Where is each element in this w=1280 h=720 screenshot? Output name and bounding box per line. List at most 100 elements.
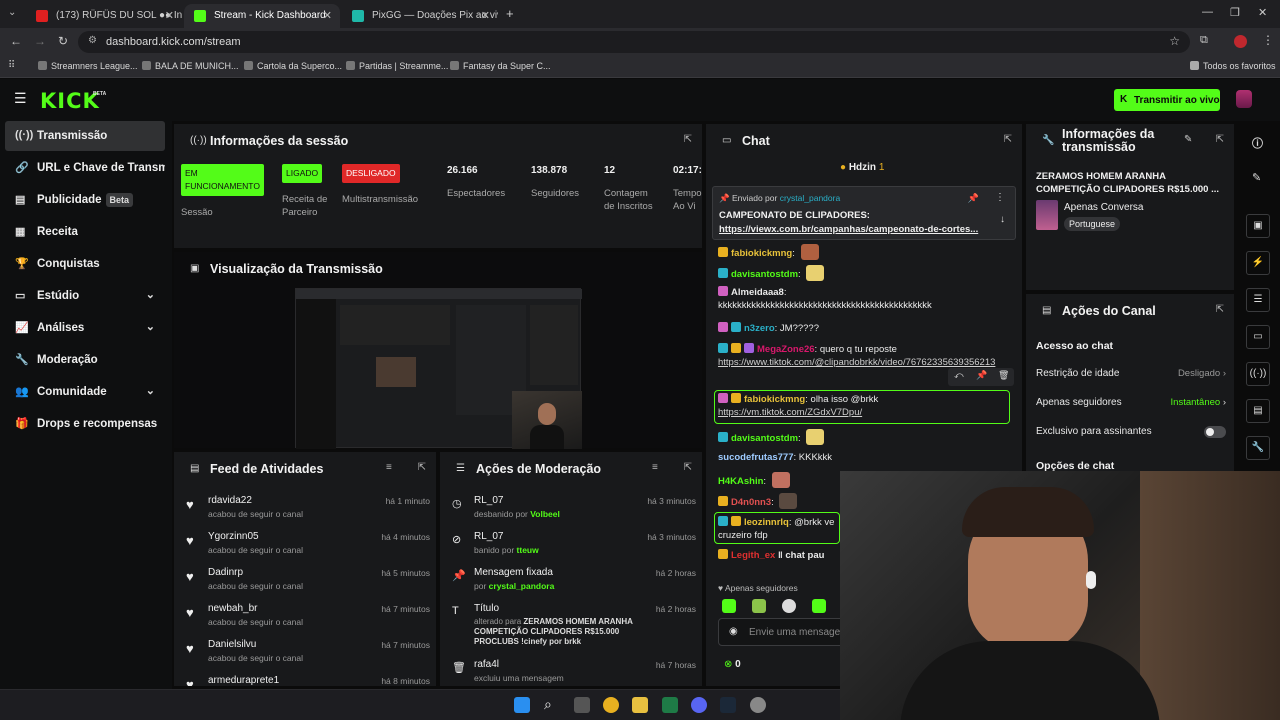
chat-username[interactable]: fabiokickmng: [744, 394, 805, 405]
filter-icon[interactable]: ≡: [386, 462, 392, 473]
sidebar-item-moderacao[interactable]: 🔧 Moderação: [5, 345, 165, 375]
chat-message[interactable]: sucodefrutas777: KKKkkk: [718, 451, 1014, 464]
chat-message[interactable]: leozinnrlq: @brkk ve cruzeiro fdp: [718, 516, 842, 542]
sidebar-item-analises[interactable]: 📈 Análises ⌄: [5, 313, 165, 343]
bookmark-item[interactable]: BALA DE MUNICH...: [142, 61, 239, 71]
follower-name[interactable]: rdavida22: [208, 495, 252, 506]
channel-icon[interactable]: ▤: [1246, 399, 1270, 423]
close-icon[interactable]: ✕: [165, 9, 174, 22]
site-info-icon[interactable]: ⚙: [88, 35, 97, 46]
sidebar-item-comunidade[interactable]: 👥 Comunidade ⌄: [5, 377, 165, 407]
chat-message[interactable]: n3zero: JM?????: [718, 322, 1014, 335]
chat-message[interactable]: MegaZone26: quero q tu reposte https://ww…: [718, 343, 1014, 369]
chat-username[interactable]: Almeidaaa8: [731, 287, 784, 298]
chat-message[interactable]: Almeidaaa8: kkkkkkkkkkkkkkkkkkkkkkkkkkkkk…: [718, 286, 1014, 312]
bookmark-item[interactable]: Partidas | Streamme...: [346, 61, 448, 71]
chat-message[interactable]: fabiokickmng:: [718, 244, 1014, 260]
arrow-down-icon[interactable]: ↓: [1000, 214, 1005, 225]
chat-message[interactable]: fabiokickmng: olha isso @brkk https://vm.…: [718, 393, 1014, 419]
trash-icon[interactable]: 🗑: [998, 370, 1009, 381]
follower-name[interactable]: Danielsilvu: [208, 639, 256, 650]
bookmark-item[interactable]: Streamners League...: [38, 61, 138, 71]
new-tab-icon[interactable]: +: [506, 6, 514, 21]
follower-name[interactable]: armeduraprete1: [208, 675, 279, 686]
mod-target[interactable]: RL_07: [474, 495, 503, 506]
chat-username[interactable]: Legith_ex: [731, 550, 775, 561]
forward-icon[interactable]: →: [34, 34, 46, 48]
chat-username[interactable]: fabiokickmng: [731, 248, 792, 259]
sidebar-item-publicidade[interactable]: ▤ Publicidade Beta: [5, 185, 165, 215]
extensions-icon[interactable]: ⧉: [1200, 34, 1208, 47]
back-icon[interactable]: ←: [10, 34, 22, 48]
chat-username[interactable]: davisantostdm: [731, 269, 798, 280]
folder-icon[interactable]: [632, 697, 648, 713]
tab-kick-dashboard[interactable]: Stream - Kick Dashboard ✕: [184, 4, 340, 28]
chat-username[interactable]: MegaZone26: [757, 344, 815, 355]
pen-icon[interactable]: ✎: [1252, 171, 1261, 184]
profile-avatar[interactable]: [1234, 35, 1247, 48]
chrome-icon[interactable]: [603, 697, 619, 713]
panel-toggle-icon[interactable]: ▣: [1246, 214, 1270, 238]
chat-message[interactable]: davisantostdm:: [718, 265, 1014, 281]
sidebar-item-conquistas[interactable]: 🏆 Conquistas: [5, 249, 165, 279]
emote-icon[interactable]: [782, 599, 796, 613]
windows-start-icon[interactable]: [514, 697, 530, 713]
emote-icon[interactable]: [812, 599, 826, 613]
apps-icon[interactable]: ⠿: [8, 60, 15, 71]
top-gifter[interactable]: ● Hdzin 1: [840, 162, 884, 173]
pin-icon[interactable]: 📌: [968, 193, 979, 204]
mod-target[interactable]: rafa4l: [474, 659, 499, 670]
subscribers-only-toggle[interactable]: [1204, 426, 1226, 438]
excel-icon[interactable]: [662, 697, 678, 713]
edit-icon[interactable]: ✎: [1184, 134, 1192, 145]
pinned-by-user[interactable]: crystal_pandora: [780, 193, 840, 203]
maximize-icon[interactable]: ❐: [1230, 6, 1240, 19]
reload-icon[interactable]: ↻: [58, 34, 68, 48]
filter-icon[interactable]: ≡: [652, 462, 658, 473]
follower-name[interactable]: Ygorzinn05: [208, 531, 259, 542]
discord-icon[interactable]: [691, 697, 707, 713]
pinned-link[interactable]: https://viewx.com.br/campanhas/campeonat…: [719, 224, 978, 235]
tab-youtube[interactable]: (173) RÜFÜS DU SOL ●● Innerb ✕: [26, 4, 182, 28]
close-icon[interactable]: ✕: [323, 9, 332, 22]
info-icon[interactable]: ⓘ: [1252, 135, 1263, 151]
all-bookmarks[interactable]: Todos os favoritos: [1190, 61, 1276, 71]
chat-username[interactable]: davisantostdm: [731, 433, 798, 444]
stream-preview-video[interactable]: [295, 288, 582, 449]
mod-user[interactable]: crystal_pandora: [489, 581, 555, 591]
chat-link[interactable]: https://vm.tiktok.com/ZGdxV7Dpu/: [718, 407, 862, 418]
mod-target[interactable]: RL_07: [474, 531, 503, 542]
broadcast-icon[interactable]: ((·)): [1246, 362, 1270, 386]
sidebar-item-estudio[interactable]: ▭ Estúdio ⌄: [5, 281, 165, 311]
mod-user[interactable]: tteuw: [517, 545, 539, 555]
url-field[interactable]: ⚙ dashboard.kick.com/stream ☆: [78, 31, 1190, 53]
pinned-message[interactable]: 📌 Enviado por crystal_pandora CAMPEONATO…: [712, 186, 1016, 240]
minimize-icon[interactable]: —: [1202, 6, 1213, 18]
menu-dots-icon[interactable]: ⋮: [995, 192, 1005, 203]
bookmark-item[interactable]: Cartola da Superco...: [244, 61, 342, 71]
pin-icon[interactable]: 📌: [976, 370, 987, 381]
task-view-icon[interactable]: [574, 697, 590, 713]
mod-user[interactable]: Volbeel: [530, 509, 560, 519]
list-icon[interactable]: ☰: [1246, 288, 1270, 312]
emote-icon[interactable]: [752, 599, 766, 613]
user-avatar[interactable]: [1236, 90, 1252, 108]
channel-points[interactable]: ⊗ 0: [724, 659, 741, 670]
bookmark-item[interactable]: Fantasy da Super C...: [450, 61, 551, 71]
chat-link[interactable]: https://www.tiktok.com/@clipandobrkk/vid…: [718, 357, 995, 368]
lightning-icon[interactable]: ⚡: [1246, 251, 1270, 275]
reply-icon[interactable]: ⤺: [954, 370, 964, 381]
settings-icon[interactable]: [750, 697, 766, 713]
category-name[interactable]: Apenas Conversa: [1064, 202, 1144, 213]
chat-username[interactable]: n3zero: [744, 323, 775, 334]
sidebar-item-transmissao[interactable]: ((·)) Transmissão: [5, 121, 165, 151]
age-restriction-row[interactable]: Restrição de idade Desligado ›: [1036, 368, 1226, 379]
steam-icon[interactable]: [720, 697, 736, 713]
sidebar-item-url-chave[interactable]: 🔗 URL e Chave de Transmissão: [5, 153, 165, 183]
sidebar-item-receita[interactable]: ▦ Receita: [5, 217, 165, 247]
expand-icon[interactable]: ⇱: [1216, 304, 1224, 315]
tab-pixgg[interactable]: PixGG — Doações Pix ao vivo p ✕: [342, 4, 498, 28]
chat-message[interactable]: davisantostdm:: [718, 429, 1014, 445]
expand-icon[interactable]: ⇱: [684, 462, 692, 473]
bookmark-star-icon[interactable]: ☆: [1169, 34, 1180, 48]
